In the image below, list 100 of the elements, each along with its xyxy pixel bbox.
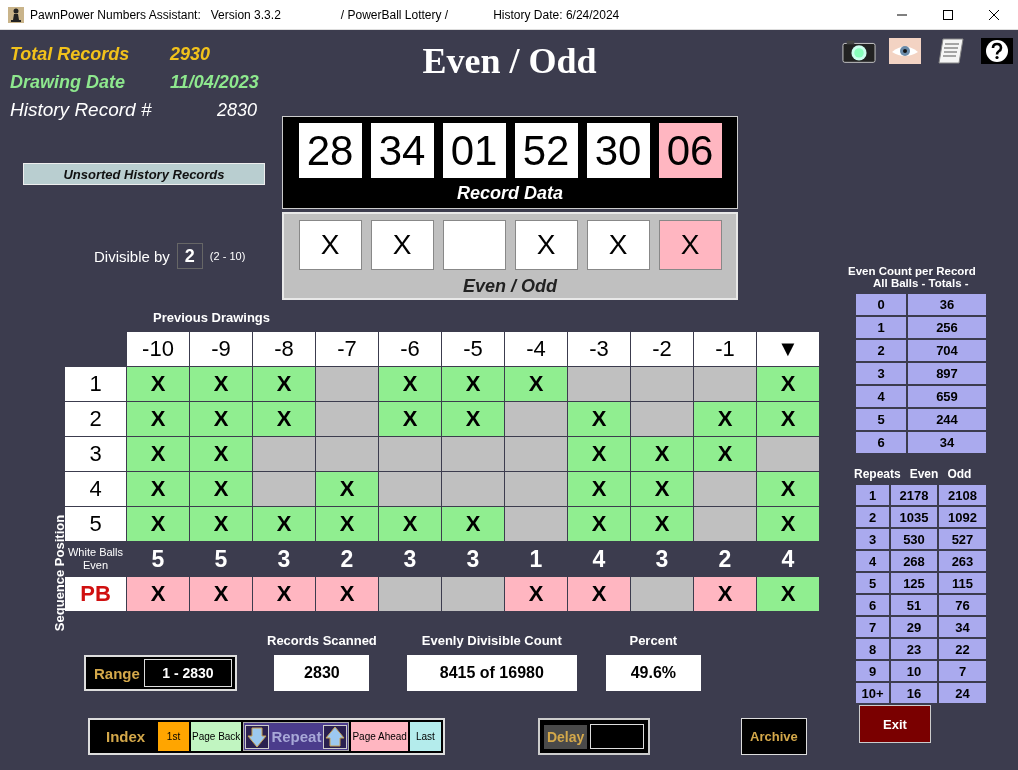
table-cell: 2 (856, 340, 906, 361)
table-cell: 6 (856, 595, 889, 615)
grid-cell: X (568, 507, 630, 541)
help-icon[interactable] (980, 38, 1014, 64)
grid-cell: X (190, 577, 252, 611)
table-cell: 23 (891, 639, 937, 659)
column-header: Repeats (854, 467, 901, 481)
even-mark-cell: X (658, 220, 722, 270)
table-cell: 29 (891, 617, 937, 637)
grid-cell: X (190, 367, 252, 401)
even-count: 3 (402, 544, 418, 574)
grid-cell: X (316, 577, 378, 611)
column-header: -10 (127, 332, 189, 366)
archive-button[interactable]: Archive (740, 718, 807, 755)
close-icon[interactable] (988, 8, 1000, 21)
grid-cell (505, 472, 567, 506)
grid-cell: X (757, 367, 819, 401)
grid-cell (316, 437, 378, 471)
grid-cell (316, 402, 378, 436)
table-cell: 1 (856, 485, 889, 505)
result-label: Evenly Divisible Count (421, 633, 562, 648)
result-value: 2830 (274, 655, 370, 691)
grid-cell: X (127, 507, 189, 541)
exit-button[interactable]: Exit (859, 705, 931, 743)
table-cell: 115 (939, 573, 986, 593)
grid-cell (694, 507, 756, 541)
grid-cell (505, 402, 567, 436)
column-header: -3 (568, 332, 630, 366)
navigation-button[interactable]: Page Back (191, 722, 242, 751)
grid-cell: X (127, 577, 189, 611)
table-cell: 659 (908, 386, 986, 407)
table-cell: 22 (939, 639, 986, 659)
app-version: Version 3.3.2 (210, 7, 281, 22)
count-row-label: White Balls Even (67, 545, 124, 573)
grid-cell: X (505, 577, 567, 611)
table-cell: 263 (939, 551, 986, 571)
grid-cell: X (127, 402, 189, 436)
grid-cell: X (442, 367, 504, 401)
table-cell: 2 (856, 507, 889, 527)
divisible-label: Divisible by (94, 247, 170, 265)
column-header: -5 (442, 332, 504, 366)
table-cell: 10 (891, 661, 937, 681)
maximize-icon[interactable] (942, 8, 954, 21)
table-cell: 1 (856, 317, 906, 338)
axis-label: Sequence Position (51, 514, 68, 632)
ball-number: 06 (658, 123, 722, 178)
sort-mode-button[interactable]: Unsorted History Records (23, 163, 265, 185)
divisor-field[interactable]: 2 (176, 243, 203, 269)
down-arrow-icon[interactable] (245, 724, 270, 749)
panel-caption: Record Data (457, 183, 563, 204)
table-cell: 4 (856, 386, 906, 407)
row-header: 3 (65, 437, 126, 471)
grid-cell: X (316, 472, 378, 506)
table-cell: 16 (891, 683, 937, 703)
grid-cell: X (379, 402, 441, 436)
column-header: -7 (316, 332, 378, 366)
ball-number: 52 (514, 123, 578, 178)
result-label: Records Scanned (267, 633, 377, 648)
table-cell: 4 (856, 551, 889, 571)
navigation-button[interactable]: Page Ahead (351, 722, 408, 751)
grid-cell (379, 437, 441, 471)
grid-cell (694, 472, 756, 506)
result-value: 8415 of 16980 (406, 655, 577, 691)
table-cell: 36 (908, 294, 986, 315)
divisor-range: (2 - 10) (209, 250, 246, 262)
grid-cell (631, 402, 693, 436)
grid-cell: X (442, 402, 504, 436)
range-field[interactable]: 1 - 2830 (143, 659, 232, 687)
navigation-button[interactable]: Last (409, 722, 441, 751)
table-cell: 9 (856, 661, 889, 681)
pawn-app-icon (8, 6, 24, 23)
grid-cell: X (253, 402, 315, 436)
table-cell: 268 (891, 551, 937, 571)
eye-icon[interactable] (888, 38, 922, 64)
grid-cell: X (568, 402, 630, 436)
column-header: -2 (631, 332, 693, 366)
history-date: History Date: 6/24/2024 (493, 7, 620, 22)
camera-icon[interactable] (842, 38, 876, 64)
delay-field[interactable] (590, 724, 644, 749)
column-header: Even (909, 467, 939, 481)
table-cell: 897 (908, 363, 986, 384)
grid-cell (253, 472, 315, 506)
table-cell: 2178 (891, 485, 937, 505)
grid-cell (442, 437, 504, 471)
table-cell: 7 (856, 617, 889, 637)
ball-number: 34 (370, 123, 434, 178)
even-mark-cell: X (370, 220, 434, 270)
grid-cell: X (694, 437, 756, 471)
grid-cell (505, 507, 567, 541)
grid-cell: X (505, 367, 567, 401)
grid-cell: X (757, 402, 819, 436)
navigation-button[interactable]: 1st (158, 722, 189, 751)
grid-cell: X (253, 577, 315, 611)
page-title: Even / Odd (422, 40, 597, 83)
column-header: -8 (253, 332, 315, 366)
up-arrow-icon[interactable] (323, 724, 348, 749)
stat-value: 2830 (217, 99, 258, 121)
table-cell: 2108 (939, 485, 986, 505)
grid-cell (694, 367, 756, 401)
column-header: Odd (947, 467, 972, 481)
